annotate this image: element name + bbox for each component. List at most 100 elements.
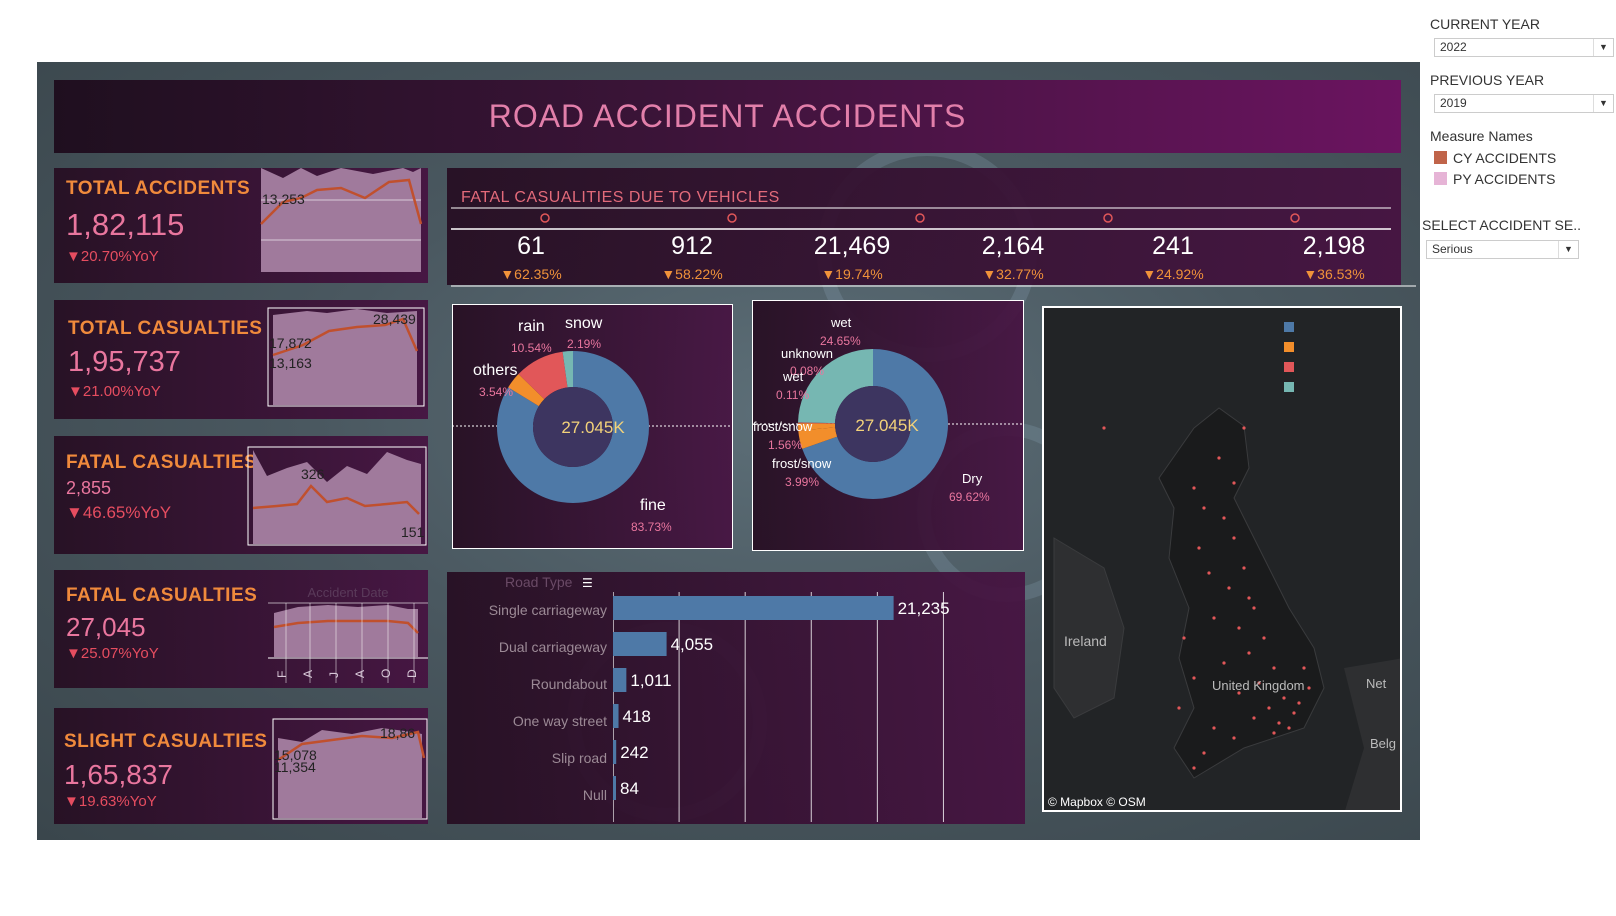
kpi-yoy: ▼46.65%YoY: [66, 503, 172, 522]
bar-value-label: 4,055: [671, 635, 714, 654]
donut-label-others: others: [473, 362, 518, 379]
bar-value-label: 1,011: [630, 671, 671, 690]
bar[interactable]: [613, 668, 627, 692]
sort-icon[interactable]: ☰: [582, 576, 593, 590]
vehicle-value[interactable]: 2,198: [1264, 232, 1404, 261]
bar[interactable]: [613, 596, 894, 620]
bar[interactable]: [613, 740, 617, 764]
bar-value-label: 242: [620, 743, 648, 762]
map-label: Ireland: [1064, 633, 1107, 649]
chevron-down-icon[interactable]: ▼: [1558, 241, 1578, 258]
kpi-sparkline[interactable]: Accident Date F A J A O D: [268, 583, 429, 683]
bar-category-label: Dual carriageway: [498, 639, 607, 655]
kpi-yoy: ▼19.63%YoY: [64, 793, 157, 810]
spark-label: 28,439: [373, 311, 416, 327]
donut-pct-fine: 83.73%: [631, 520, 672, 534]
road-type-categories: Single carriageway Dual carriageway Roun…: [447, 592, 607, 822]
donut-pct-rain: 10.54%: [511, 341, 552, 355]
month-tick: A: [301, 670, 315, 678]
donut-label-frost-snow-2: frost/snow: [772, 456, 832, 471]
road-type-bar-chart[interactable]: 21,235 4,0551,011 418 242 84: [613, 592, 1025, 822]
spark-label: 151: [401, 524, 425, 540]
bar[interactable]: [613, 632, 667, 656]
donut-label-dry: Dry: [962, 471, 983, 486]
donut-pct-snow: 2.19%: [567, 337, 602, 351]
severity-value: Serious: [1432, 242, 1473, 256]
legend-label: CY ACCIDENTS: [1453, 150, 1557, 166]
donut-pct-dry: 69.62%: [949, 490, 990, 504]
donut-label-frost-snow: frost/snow: [753, 419, 813, 434]
vehicle-yoy: ▼32.77%: [982, 266, 1044, 282]
spark-label: 11,354: [274, 759, 316, 775]
kpi-sparkline[interactable]: 326 151: [247, 446, 429, 548]
previous-year-value: 2019: [1440, 96, 1467, 110]
vehicle-value[interactable]: 912: [622, 232, 762, 261]
donut-label-wet-2: wet: [783, 369, 804, 384]
map-label: Belg: [1370, 736, 1396, 751]
current-year-label: CURRENT YEAR: [1430, 16, 1540, 32]
month-tick: O: [379, 669, 393, 678]
map-label: United Kingdom: [1212, 678, 1305, 693]
kpi-label: FATAL CASUALTIES: [66, 585, 258, 606]
vehicle-value[interactable]: 2,164: [943, 232, 1083, 261]
kpi-label: SLIGHT CASUALTIES: [64, 731, 268, 752]
donut-center-value: 27.045K: [561, 418, 625, 437]
month-tick: D: [405, 669, 419, 678]
vehicle-value[interactable]: 241: [1103, 232, 1243, 261]
vehicle-yoy: ▼62.35%: [500, 266, 562, 282]
bar-category-label: Null: [582, 787, 607, 803]
legend-item-py[interactable]: PY ACCIDENTS: [1434, 171, 1555, 187]
current-year-value: 2022: [1440, 40, 1467, 54]
vehicle-value[interactable]: 21,469: [782, 232, 922, 261]
donut-pct-frost-snow-2: 3.99%: [785, 475, 820, 489]
legend-item-cy[interactable]: CY ACCIDENTS: [1434, 150, 1556, 166]
donut-pct-frost-snow: 1.56%: [768, 438, 803, 452]
donut-pct-others: 3.54%: [479, 385, 514, 399]
bar-category-label: Single carriageway: [488, 602, 607, 618]
donut-label-unknown: unknown: [781, 346, 834, 361]
legend-swatch: [1434, 151, 1447, 164]
bar-category-label: Slip road: [551, 750, 607, 766]
bar-category-label: Roundabout: [530, 676, 607, 692]
road-type-title: Road Type: [505, 574, 573, 590]
legend-label: PY ACCIDENTS: [1453, 171, 1556, 187]
map-panel[interactable]: Ireland United Kingdom Net Belg © Mapbox…: [1042, 306, 1402, 812]
bar[interactable]: [613, 704, 619, 728]
severity-label: SELECT ACCIDENT SE..: [1422, 217, 1581, 233]
kpi-sparkline[interactable]: 13,253: [253, 168, 429, 274]
month-tick: F: [275, 671, 289, 678]
kpi-sparkline[interactable]: 15,078 11,354 18,86: [272, 718, 430, 822]
kpi-value: 2,855: [66, 478, 112, 498]
legend-swatch: [1434, 172, 1447, 185]
kpi-label: TOTAL CASUALTIES: [68, 318, 263, 339]
donut-pct-wet-2: 0.11%: [776, 388, 810, 402]
vehicle-value[interactable]: 61: [461, 232, 601, 261]
donut-label-rain: rain: [518, 318, 545, 335]
dashboard-title: ROAD ACCIDENT ACCIDENTS: [488, 98, 967, 134]
donut-label-snow: snow: [565, 315, 603, 332]
current-year-dropdown[interactable]: 2022 ▼: [1434, 38, 1614, 57]
previous-year-label: PREVIOUS YEAR: [1430, 72, 1545, 88]
map-attribution: © Mapbox © OSM: [1048, 795, 1146, 809]
donut-center-value: 27.045K: [855, 416, 919, 435]
kpi-label: TOTAL ACCIDENTS: [66, 178, 251, 199]
bar[interactable]: [613, 776, 616, 800]
spark-axis-title: Accident Date: [308, 585, 389, 600]
kpi-sparkline[interactable]: 17,872 13,163 28,439: [267, 307, 427, 409]
kpi-value: 27,045: [66, 612, 146, 642]
spark-label: 13,163: [269, 355, 312, 371]
kpi-yoy: ▼20.70%YoY: [66, 248, 159, 265]
vehicle-yoy: ▼24.92%: [1142, 266, 1204, 282]
chevron-down-icon[interactable]: ▼: [1593, 39, 1613, 56]
bar-value-label: 21,235: [898, 599, 950, 618]
vehicle-yoy: ▼36.53%: [1303, 266, 1365, 282]
severity-dropdown[interactable]: Serious ▼: [1426, 240, 1579, 259]
kpi-yoy: ▼21.00%YoY: [68, 383, 161, 400]
month-tick: J: [327, 672, 341, 678]
map-label: Net: [1366, 676, 1387, 691]
bar-category-label: One way street: [512, 713, 607, 729]
donut-label-fine: fine: [640, 497, 666, 514]
previous-year-dropdown[interactable]: 2019 ▼: [1434, 94, 1614, 113]
chevron-down-icon[interactable]: ▼: [1593, 95, 1613, 112]
kpi-value: 1,95,737: [68, 346, 181, 378]
